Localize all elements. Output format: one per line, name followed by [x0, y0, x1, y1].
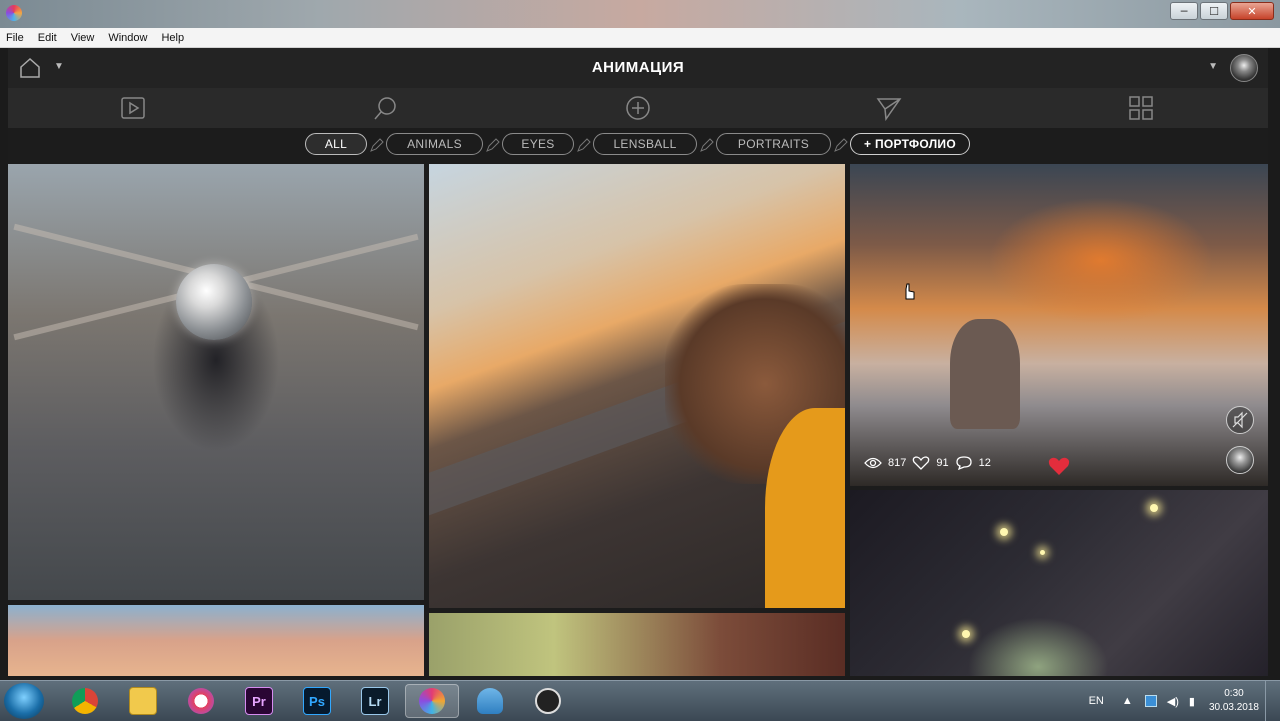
taskbar-app-explorer[interactable]	[116, 684, 170, 718]
menu-window[interactable]: Window	[108, 32, 147, 44]
tag-lensball[interactable]: LENSBALL	[593, 133, 697, 155]
taskbar-app-chrome[interactable]	[58, 684, 112, 718]
close-button[interactable]: ✕	[1230, 2, 1274, 20]
sparkle	[1000, 528, 1008, 536]
edit-pencil-icon[interactable]	[370, 138, 384, 152]
tag-all[interactable]: ALL	[305, 133, 367, 155]
edit-pencil-icon[interactable]	[577, 138, 591, 152]
show-desktop-button[interactable]	[1265, 681, 1276, 721]
tag-filter-bar: ALL ANIMALS EYES LENSBALL PORTRAITS + ПО…	[8, 128, 1268, 164]
minimize-button[interactable]: ─	[1170, 2, 1198, 20]
photoshop-icon: Ps	[303, 687, 331, 715]
nav-icon-bar	[8, 88, 1268, 128]
hand-cursor-icon	[905, 283, 915, 300]
app-icon	[419, 688, 445, 714]
add-portfolio-button[interactable]: + ПОРТФОЛИО	[850, 133, 970, 155]
signal-icon[interactable]: ▮	[1189, 695, 1195, 708]
sparkle	[962, 630, 970, 638]
menu-bar: File Edit View Window Help	[0, 28, 1280, 48]
edit-pencil-icon[interactable]	[834, 138, 848, 152]
mute-toggle-button[interactable]	[1226, 406, 1254, 434]
itunes-icon	[188, 688, 214, 714]
menu-edit[interactable]: Edit	[38, 32, 57, 44]
network-icon[interactable]	[1144, 695, 1157, 707]
avatar[interactable]	[1230, 54, 1258, 82]
menu-file[interactable]: File	[6, 32, 24, 44]
taskbar-app-paint[interactable]	[463, 684, 517, 718]
sitting-person-image	[950, 319, 1020, 429]
app-logo-icon	[6, 5, 22, 21]
clock-date: 30.03.2018	[1208, 702, 1259, 713]
taskbar-app-itunes[interactable]	[174, 684, 228, 718]
tray-expand-icon[interactable]: ▲	[1122, 695, 1133, 707]
lightroom-icon: Lr	[361, 687, 389, 715]
comments-count: 12	[978, 457, 991, 469]
edit-pencil-icon[interactable]	[700, 138, 714, 152]
play-icon[interactable]	[120, 95, 146, 121]
menu-view[interactable]: View	[71, 32, 95, 44]
comment-icon[interactable]	[955, 456, 973, 470]
edit-pencil-icon[interactable]	[486, 138, 500, 152]
app-header: ▼ АНИМАЦИЯ ▼	[8, 48, 1268, 88]
clock-time: 0:30	[1224, 688, 1244, 699]
paint-icon	[477, 688, 503, 714]
page-title: АНИМАЦИЯ	[591, 59, 685, 76]
tag-eyes[interactable]: EYES	[502, 133, 574, 155]
windows-taskbar: Pr Ps Lr EN ▲ ◀) ▮ 0:30 30.03.2018	[0, 680, 1280, 721]
start-button[interactable]	[4, 683, 44, 719]
window-controls: ─ ☐ ✕	[1170, 2, 1274, 20]
taskbar-app-photoshop[interactable]: Ps	[290, 684, 344, 718]
premiere-icon: Pr	[245, 687, 273, 715]
system-tray: EN ▲ ◀) ▮ 0:30 30.03.2018	[1089, 681, 1276, 721]
heart-outline-icon[interactable]	[912, 456, 930, 470]
search-icon[interactable]	[373, 95, 399, 121]
gallery-tile-light-rays[interactable]	[429, 613, 845, 676]
likes-count: 91	[936, 457, 949, 469]
taskbar-app-lightroom[interactable]: Lr	[348, 684, 402, 718]
gallery-tile-eye-sparkles[interactable]	[850, 490, 1268, 676]
grid-icon[interactable]	[1128, 95, 1154, 121]
author-avatar[interactable]	[1226, 446, 1254, 474]
post-stats: 817 91 12	[864, 456, 991, 470]
gallery-tile-sky[interactable]	[8, 605, 424, 676]
menu-help[interactable]: Help	[161, 32, 184, 44]
taskbar-app-premiere[interactable]: Pr	[232, 684, 286, 718]
views-count: 817	[888, 457, 907, 469]
eye-icon	[864, 457, 882, 469]
taskbar-app-picsart[interactable]	[405, 684, 459, 718]
account-dropdown-chevron-icon[interactable]: ▼	[1208, 61, 1218, 72]
obs-icon	[535, 688, 561, 714]
chrome-icon	[72, 688, 98, 714]
sparkle	[1150, 504, 1158, 512]
window-titlebar: ─ ☐ ✕	[0, 0, 1280, 28]
sparkle	[1040, 550, 1045, 555]
clock[interactable]: 0:30 30.03.2018	[1209, 687, 1259, 715]
gallery-tile-lensball-hand[interactable]	[8, 164, 424, 600]
liked-heart-icon[interactable]	[1048, 456, 1070, 476]
tag-animals[interactable]: ANIMALS	[386, 133, 483, 155]
tag-portraits[interactable]: PORTRAITS	[716, 133, 831, 155]
gallery-tile-mountain-sunset[interactable]: 817 91 12	[850, 164, 1268, 486]
folder-icon	[129, 687, 157, 715]
maximize-button[interactable]: ☐	[1200, 2, 1228, 20]
taskbar-app-obs[interactable]	[521, 684, 575, 718]
language-indicator[interactable]: EN	[1089, 695, 1104, 707]
app-frame: ▼ АНИМАЦИЯ ▼ ALL ANIMALS EYES LENSBALL P…	[8, 48, 1268, 676]
add-icon[interactable]	[625, 95, 651, 121]
send-icon[interactable]	[876, 95, 902, 121]
lensball-image	[176, 264, 252, 340]
gallery-tile-motorcyclist[interactable]	[429, 164, 845, 608]
volume-icon[interactable]: ◀)	[1167, 695, 1179, 708]
mute-icon	[1232, 411, 1248, 429]
